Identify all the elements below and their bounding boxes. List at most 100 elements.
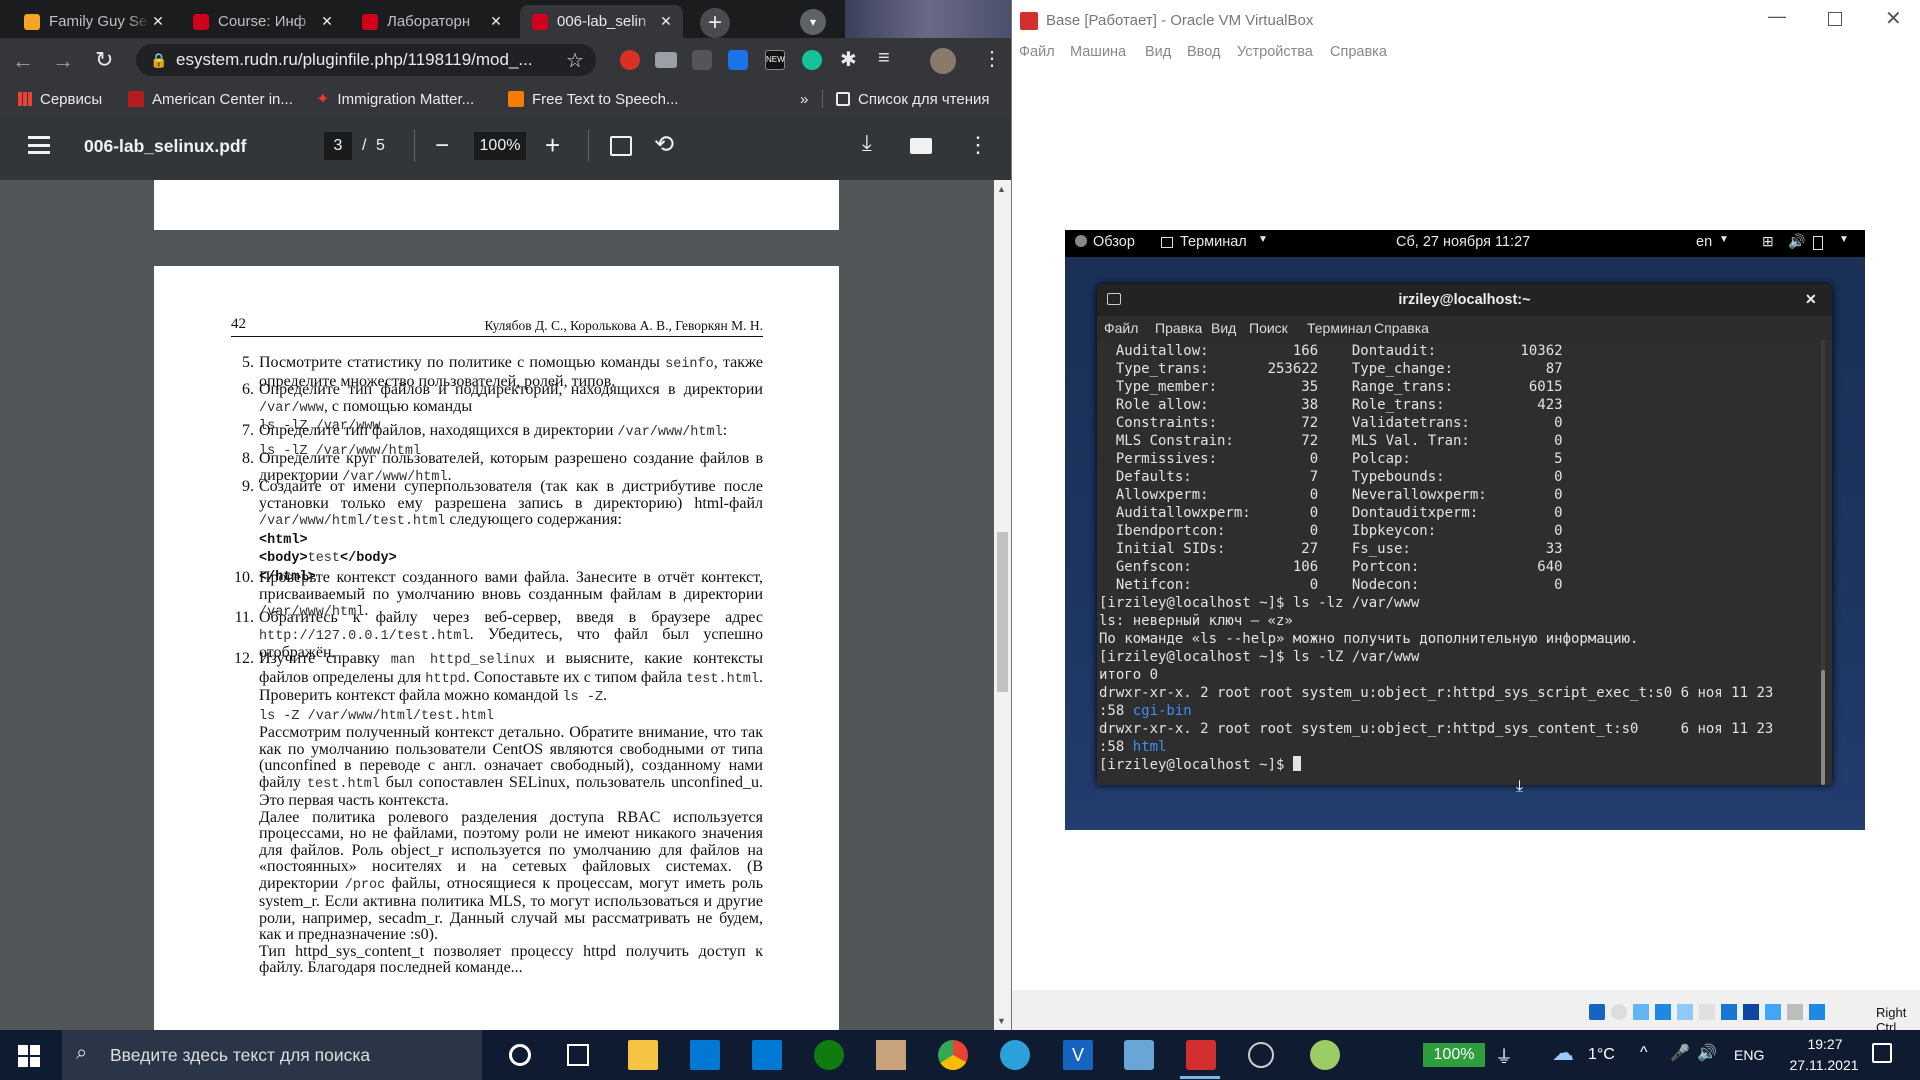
bookmark-immigration[interactable]: ✦ Immigration Matter... — [316, 82, 474, 116]
bookmark-star-icon[interactable]: ☆ — [566, 48, 584, 73]
profile-avatar[interactable] — [930, 48, 956, 74]
battery-icon[interactable] — [1813, 236, 1823, 250]
reload-icon[interactable]: ↻ — [95, 47, 113, 73]
terminal-menu-search[interactable]: Поиск — [1249, 320, 1288, 336]
extension-adblock-icon[interactable] — [620, 50, 640, 70]
app-icon[interactable] — [1248, 1042, 1274, 1068]
close-tab-icon[interactable]: ✕ — [149, 13, 167, 30]
forward-icon[interactable]: → — [52, 48, 74, 74]
keyboard-capture-icon[interactable] — [1809, 1004, 1825, 1020]
terminal-menu-edit[interactable]: Правка — [1155, 320, 1202, 336]
terminal-scrollbar[interactable] — [1821, 340, 1825, 785]
address-bar[interactable]: 🔒 esystem.rudn.ru/pluginfile.php/1198119… — [136, 44, 596, 76]
vbox-menu-help[interactable]: Справка — [1330, 44, 1387, 60]
hdd-icon[interactable] — [1589, 1004, 1605, 1020]
show-hidden-icons-icon[interactable]: ^ — [1640, 1044, 1648, 1062]
close-tab-icon[interactable]: ✕ — [487, 13, 505, 30]
terminal-close-icon[interactable]: ✕ — [1805, 291, 1817, 308]
xbox-icon[interactable] — [814, 1040, 844, 1070]
zoom-in-icon[interactable]: + — [545, 130, 560, 161]
terminal-menu-view[interactable]: Вид — [1211, 320, 1236, 336]
extension-icon[interactable] — [692, 50, 712, 70]
app-menu-button[interactable]: Терминал — [1180, 234, 1247, 250]
rotate-icon[interactable]: ⟲ — [654, 130, 674, 159]
weather-icon[interactable]: ☁ — [1552, 1040, 1574, 1066]
tab-lab[interactable]: Лабораторн ✕ — [350, 5, 513, 38]
app-icon[interactable] — [876, 1040, 906, 1070]
usb-icon[interactable] — [1677, 1004, 1693, 1020]
taskbar-search-box[interactable]: ⌕ Введите здесь текст для поиска — [62, 1030, 482, 1080]
volume-icon[interactable]: 🔊 — [1788, 233, 1805, 250]
bookmark-apps[interactable]: Сервисы — [18, 82, 102, 116]
microphone-icon[interactable]: 🎤 — [1670, 1043, 1690, 1063]
weather-temp[interactable]: 1°C — [1588, 1046, 1615, 1064]
extension-icon[interactable] — [655, 52, 677, 68]
print-icon[interactable] — [910, 138, 932, 154]
extension-translate-icon[interactable] — [728, 50, 748, 70]
audio-icon[interactable] — [1633, 1004, 1649, 1020]
reading-list-button[interactable]: Список для чтения — [836, 82, 990, 116]
extension-new-icon[interactable]: NEW — [765, 50, 785, 70]
keyboard-layout[interactable]: en — [1696, 234, 1712, 250]
terminal-scroll-thumb[interactable] — [1821, 670, 1825, 785]
terminal-window[interactable]: irziley@localhost:~ ✕ Файл Правка Вид По… — [1097, 284, 1832, 785]
zoom-out-icon[interactable]: − — [435, 132, 449, 160]
tab-pdf-active[interactable]: 006-lab_selin ✕ — [520, 5, 683, 38]
fit-page-icon[interactable] — [610, 136, 632, 156]
pdf-scrollbar[interactable]: ▲ ▼ — [994, 180, 1011, 1030]
gnome-clock[interactable]: Сб, 27 ноября 11:27 — [1396, 234, 1530, 250]
download-icon[interactable]: ⤓ — [862, 130, 872, 156]
activities-button[interactable]: Обзор — [1093, 234, 1135, 250]
more-bookmarks-button[interactable]: » — [800, 82, 808, 116]
scroll-down-icon[interactable]: ▼ — [997, 1016, 1006, 1026]
tab-course[interactable]: Course: Инф ✕ — [181, 5, 344, 38]
mail-icon[interactable] — [752, 1040, 782, 1070]
vbox-menu-devices[interactable]: Устройства — [1237, 44, 1313, 60]
volume-icon[interactable]: 🔊 — [1697, 1043, 1717, 1063]
cpu-icon[interactable] — [1765, 1004, 1781, 1020]
windows-start-icon[interactable] — [18, 1045, 40, 1067]
scrollbar-thumb[interactable] — [997, 532, 1008, 692]
shared-folder-icon[interactable] — [1699, 1004, 1715, 1020]
grammarly-icon[interactable] — [802, 50, 822, 70]
chevron-down-icon[interactable]: ▼ — [1839, 234, 1849, 245]
close-tab-icon[interactable]: ✕ — [657, 13, 675, 30]
plug-icon[interactable]: ⏚ — [1495, 1043, 1513, 1069]
zoom-input[interactable]: 100% — [474, 132, 526, 160]
cortana-icon[interactable] — [509, 1044, 531, 1066]
mouse-integration-icon[interactable] — [1787, 1004, 1803, 1020]
vm-screen[interactable]: Обзор Терминал ▼ Сб, 27 ноября 11:27 en … — [1065, 230, 1865, 830]
clock-date[interactable]: 27.11.2021 — [1782, 1057, 1866, 1073]
vbox-menu-input[interactable]: Ввод — [1187, 44, 1220, 60]
network-adapter-icon[interactable] — [1655, 1004, 1671, 1020]
terminal-menu-help[interactable]: Справка — [1374, 320, 1429, 336]
visio-icon[interactable]: V — [1063, 1040, 1093, 1070]
notifications-icon[interactable] — [1872, 1043, 1892, 1063]
terminal-menu-file[interactable]: Файл — [1104, 320, 1138, 336]
pdf-more-icon[interactable]: ⋮ — [967, 132, 989, 158]
virtualbox-vm-icon[interactable] — [1186, 1040, 1216, 1070]
vbox-menu-machine[interactable]: Машина — [1070, 44, 1126, 60]
tab-search-icon[interactable]: ▾ — [800, 9, 826, 35]
clock-time[interactable]: 19:27 — [1795, 1036, 1855, 1052]
tab-family-guy[interactable]: Family Guy Se ✕ — [12, 5, 175, 38]
browser-menu-icon[interactable]: ⋮ — [982, 46, 1002, 71]
network-icon[interactable]: ⊞ — [1762, 233, 1774, 250]
bookmark-tts[interactable]: Free Text to Speech... — [508, 82, 678, 116]
vbox-menu-file[interactable]: Файл — [1019, 44, 1055, 60]
maximize-icon[interactable] — [1828, 12, 1842, 26]
scroll-up-icon[interactable]: ▲ — [997, 184, 1006, 194]
pdf-viewport[interactable]: 42 Кулябов Д. С., Королькова А. В., Гево… — [0, 180, 1011, 1030]
page-number-input[interactable]: 3 — [324, 132, 352, 160]
minimize-icon[interactable]: — — [1768, 6, 1786, 27]
close-tab-icon[interactable]: ✕ — [318, 13, 336, 30]
bookmark-american-center[interactable]: American Center in... — [128, 82, 293, 116]
input-language[interactable]: ENG — [1734, 1047, 1764, 1063]
app-icon[interactable] — [1310, 1040, 1340, 1070]
recording-icon[interactable] — [1743, 1004, 1759, 1020]
terminal-menu-terminal[interactable]: Терминал — [1307, 320, 1371, 336]
extensions-puzzle-icon[interactable]: ✱ — [840, 47, 857, 72]
reading-list-icon[interactable]: ≡ — [878, 47, 890, 70]
task-view-icon[interactable] — [567, 1044, 589, 1066]
close-window-icon[interactable]: ✕ — [1885, 6, 1902, 31]
